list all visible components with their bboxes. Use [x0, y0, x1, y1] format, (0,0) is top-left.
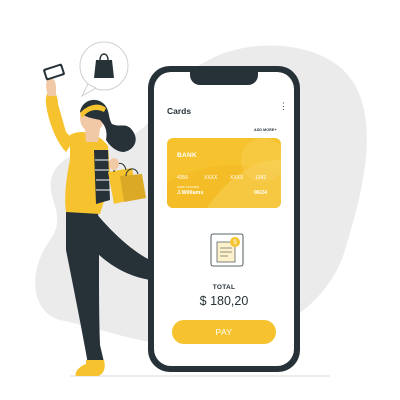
bank-card[interactable]: BANK 4356 XXXX XXXX 1342 CARD HOLDER J.W… [167, 138, 281, 208]
card-number-group: XXXX [230, 175, 244, 181]
total-label: TOTAL [212, 284, 236, 291]
add-more-link[interactable]: ADD MORE+ [254, 128, 277, 132]
card-wave-pattern [167, 138, 281, 208]
page-title: Cards [167, 106, 192, 116]
card-bank-name: BANK [177, 152, 197, 159]
more-vert-icon[interactable]: ⋮ [279, 102, 288, 118]
phone-device: Cards ⋮ ADD MORE+ BANK 4356 XXXX XXXX 13… [148, 66, 300, 372]
pay-button[interactable]: PAY [172, 320, 276, 344]
card-holder-label: CARD HOLDER [177, 185, 199, 189]
card-number-group: 1342 [255, 175, 267, 181]
card-expiry: 06/24 [254, 190, 267, 196]
phone-screen: Cards ⋮ ADD MORE+ BANK 4356 XXXX XXXX 13… [154, 72, 294, 366]
total-amount: $ 180,20 [199, 294, 249, 308]
card-number-group: 4356 [177, 175, 189, 181]
receipt-icon: $ [210, 233, 244, 267]
phone-notch [190, 72, 258, 85]
card-holder-name: J.Williams [177, 190, 204, 196]
card-number-group: XXXX [204, 175, 218, 181]
